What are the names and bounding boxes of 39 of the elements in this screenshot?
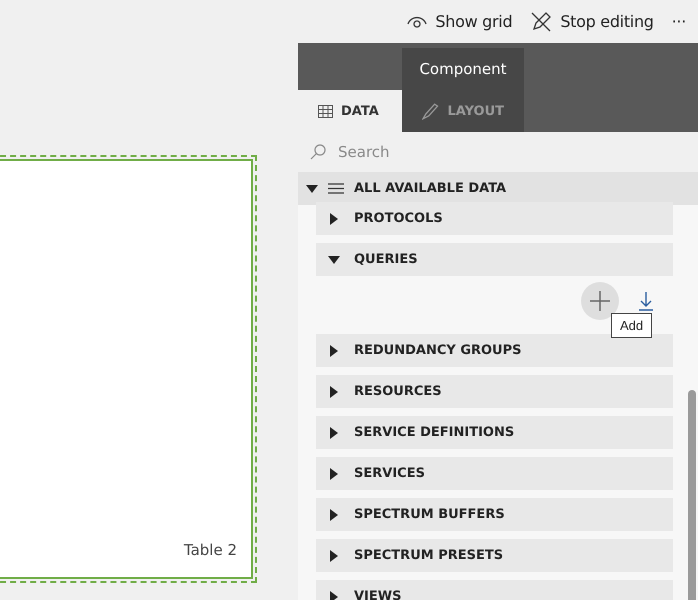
tree-section[interactable]: REDUNDANCY GROUPS bbox=[316, 334, 673, 367]
brush-icon bbox=[422, 102, 440, 120]
caret-right-icon bbox=[328, 386, 340, 398]
search-icon bbox=[310, 144, 326, 160]
tab-tooltip: Component bbox=[402, 48, 524, 90]
download-icon bbox=[639, 291, 653, 311]
toolbar-button[interactable]: Stop editing bbox=[530, 10, 654, 32]
tree-section[interactable]: SERVICE DEFINITIONS bbox=[316, 416, 673, 449]
tree-section[interactable]: SERVICES bbox=[316, 457, 673, 490]
eye-icon bbox=[407, 14, 428, 28]
table-icon bbox=[318, 104, 333, 118]
caret-right-icon bbox=[328, 212, 340, 224]
caret-right-icon bbox=[328, 590, 340, 600]
scrollbar-thumb[interactable] bbox=[688, 390, 696, 600]
search-field[interactable]: Search bbox=[298, 132, 698, 172]
tree-section[interactable]: VIEWS bbox=[316, 580, 673, 600]
caret-right-icon bbox=[328, 468, 340, 480]
caret-right-icon bbox=[328, 344, 340, 356]
caret-right-icon bbox=[328, 426, 340, 438]
toolbar-button[interactable]: Show grid bbox=[407, 12, 512, 31]
tree-root[interactable]: ALL AVAILABLE DATA bbox=[298, 172, 698, 205]
tree-section[interactable]: QUERIES bbox=[316, 243, 673, 276]
tree-section[interactable]: PROTOCOLS bbox=[316, 202, 673, 235]
caret-down-icon bbox=[306, 182, 318, 194]
tree-section[interactable]: SPECTRUM PRESETS bbox=[316, 539, 673, 572]
plus-icon bbox=[590, 291, 610, 311]
list-icon bbox=[328, 183, 344, 194]
caret-right-icon bbox=[328, 508, 340, 520]
more-button[interactable]: ··· bbox=[672, 12, 686, 31]
tree-section[interactable]: SPECTRUM BUFFERS bbox=[316, 498, 673, 531]
tooltip: Add bbox=[611, 313, 652, 338]
panel-tab[interactable]: DATA bbox=[298, 90, 402, 132]
caret-down-icon bbox=[328, 254, 340, 266]
table-component[interactable]: Table 2 bbox=[0, 159, 253, 579]
tree-section[interactable]: RESOURCES bbox=[316, 375, 673, 408]
caret-right-icon bbox=[328, 550, 340, 562]
component-caption: Table 2 bbox=[184, 541, 237, 559]
search-input[interactable]: Search bbox=[336, 142, 640, 162]
pencil-crossed-icon bbox=[530, 10, 552, 32]
